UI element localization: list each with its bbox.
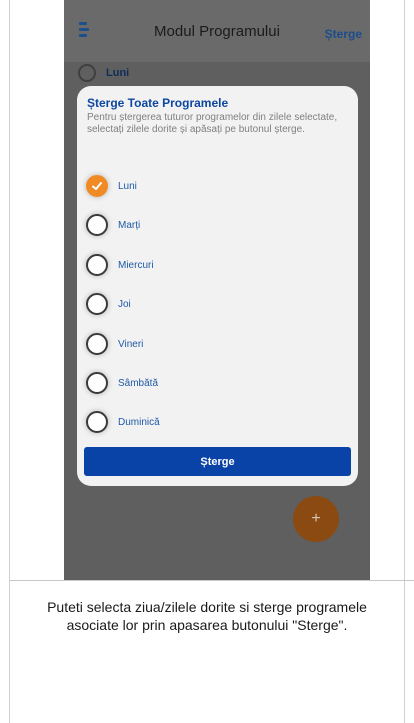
background-day-label: Luni: [106, 67, 130, 79]
add-fab-button[interactable]: +: [293, 496, 339, 542]
dialog-description: Pentru ștergerea tuturor programelor din…: [87, 112, 338, 135]
tutorial-frame: Modul Programului Șterge Luni Șterge Toa…: [0, 0, 414, 723]
radio-unchecked[interactable]: [86, 372, 108, 394]
radio-unchecked[interactable]: [86, 214, 108, 236]
delete-all-dialog: Șterge Toate Programele Pentru ștergerea…: [77, 86, 358, 486]
phone-screen: Modul Programului Șterge Luni Șterge Toa…: [64, 0, 370, 580]
background-radio: [78, 64, 96, 82]
background-day-row: Luni: [78, 63, 129, 83]
day-option-marti[interactable]: Marți: [86, 213, 140, 237]
day-option-label: Marți: [118, 219, 141, 231]
day-option-label: Duminică: [118, 416, 160, 428]
top-app-bar: Modul Programului Șterge: [64, 0, 370, 62]
day-option-sambata[interactable]: Sâmbătă: [86, 371, 158, 395]
day-option-joi[interactable]: Joi: [86, 292, 131, 316]
plus-icon: +: [311, 510, 321, 527]
day-option-vineri[interactable]: Vineri: [86, 332, 143, 356]
delete-action-button[interactable]: Șterge: [325, 27, 362, 41]
delete-button[interactable]: Șterge: [84, 447, 351, 476]
checkmark-icon: [92, 182, 102, 190]
day-option-label: Vineri: [118, 338, 144, 350]
day-option-miercuri[interactable]: Miercuri: [86, 253, 154, 277]
radio-unchecked[interactable]: [86, 411, 108, 433]
radio-unchecked[interactable]: [86, 254, 108, 276]
radio-checked[interactable]: [86, 175, 108, 197]
caption-divider: [9, 580, 414, 581]
day-option-label: Miercuri: [118, 259, 154, 271]
dialog-title: Șterge Toate Programele: [87, 96, 229, 110]
radio-unchecked[interactable]: [86, 293, 108, 315]
day-option-label: Joi: [118, 298, 131, 310]
radio-unchecked[interactable]: [86, 333, 108, 355]
day-option-label: Sâmbătă: [118, 377, 159, 389]
delete-button-label: Șterge: [200, 455, 235, 468]
frame-border-left: [9, 0, 10, 723]
tutorial-caption: Puteti selecta ziua/zilele dorite si ste…: [47, 599, 367, 633]
day-option-luni[interactable]: Luni: [86, 174, 137, 198]
day-option-label: Luni: [118, 180, 137, 192]
day-option-duminica[interactable]: Duminică: [86, 410, 160, 434]
frame-border-right: [404, 0, 405, 723]
